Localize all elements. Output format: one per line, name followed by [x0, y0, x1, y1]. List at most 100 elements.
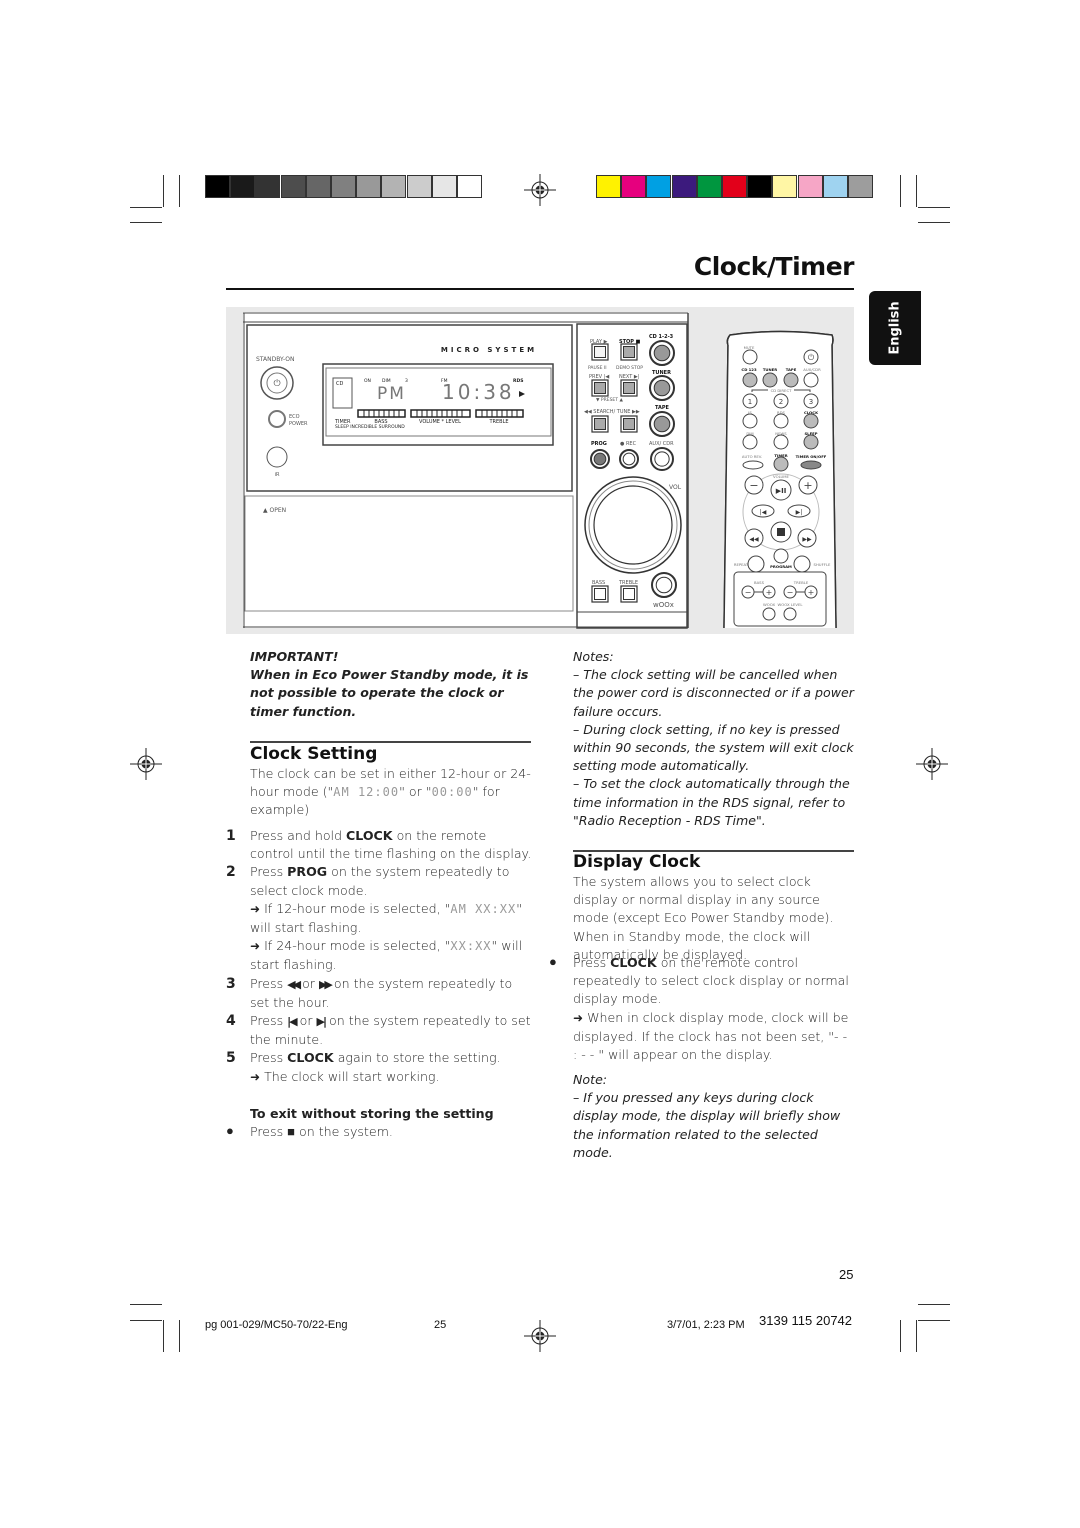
stop-icon: [287, 1124, 295, 1142]
label: TUNER: [763, 367, 777, 372]
color-swatch: [722, 175, 747, 198]
exit-step: Press on the system.: [226, 1123, 532, 1142]
level-bar: [475, 409, 524, 418]
footer-code: 3139 115 20742: [759, 1313, 853, 1328]
plus-icon: +: [808, 588, 815, 597]
note-title: Note:: [573, 1072, 608, 1087]
search-back-button-face: [594, 418, 606, 430]
crop-mark: [130, 1304, 162, 1305]
previous-icon: |◀: [760, 509, 767, 516]
fast-forward-icon: [319, 976, 330, 994]
eco-power-button: [268, 410, 286, 428]
dim-button: [742, 434, 758, 450]
previous-icon: [287, 1013, 295, 1031]
search-forward-button-face: [623, 418, 635, 430]
mute-button: [742, 349, 758, 365]
rec-button-face: [622, 452, 636, 466]
crop-mark: [918, 1320, 950, 1321]
shuffle-button: [793, 555, 811, 573]
label: DEMO STOP: [616, 365, 643, 371]
ir-sensor: [266, 446, 288, 468]
color-swatch: [822, 175, 848, 198]
is-button: [742, 413, 758, 429]
label: REPEAT: [734, 562, 749, 567]
color-swatch: [621, 175, 647, 198]
gray-swatch: [305, 175, 331, 198]
label: PREV |◀: [589, 374, 609, 380]
label: 1: [748, 398, 752, 406]
display-clock-step: Press CLOCK on the remote control repeat…: [549, 954, 855, 1064]
note-item: – During clock setting, if no key is pre…: [573, 721, 854, 774]
crop-mark: [900, 1320, 901, 1352]
label: SLEEP INCREDIBLE SURROUND: [335, 424, 405, 430]
step-5: 5 Press CLOCK again to store the setting.…: [226, 1049, 532, 1086]
label: ON: [364, 378, 371, 384]
gray-swatch: [381, 175, 407, 198]
rds-button: [773, 413, 789, 429]
bullet-icon: [549, 954, 557, 972]
step-1: 1 Press and hold CLOCK on the remote cont…: [226, 828, 532, 862]
gray-swatch: [331, 175, 356, 198]
registration-target-icon: [524, 1320, 556, 1352]
crop-mark: [918, 222, 950, 223]
aux-cdr-button-face: [654, 451, 670, 467]
treble-button-face: [623, 588, 635, 600]
power-icon: ⏻: [273, 378, 280, 389]
arrow-right-icon: [250, 900, 260, 919]
color-swatch: [671, 175, 697, 198]
crop-mark: [918, 1304, 950, 1305]
program-button: [773, 548, 789, 564]
exit-heading: To exit without storing the setting: [250, 1105, 494, 1121]
timer-onoff-button: [800, 460, 822, 470]
important-notice: IMPORTANT! When in Eco Power Standby mod…: [250, 648, 532, 721]
crop-mark: [130, 207, 162, 208]
page-title: Clock/Timer: [693, 252, 855, 281]
color-swatch: [848, 175, 873, 198]
label: VOLUME: [773, 474, 790, 479]
prog-button-face: [593, 452, 607, 466]
clock-setting-intro: The clock can be set in either 12-hour o…: [250, 766, 531, 818]
label: POWER: [289, 421, 308, 427]
level-bar: [357, 409, 406, 418]
label: CD 123: [741, 367, 757, 372]
label: 2: [779, 398, 783, 406]
next-icon: [317, 1013, 325, 1031]
important-text: When in Eco Power Standby mode, it is no…: [250, 667, 529, 719]
gray-swatch: [356, 175, 382, 198]
label: TREBLE: [618, 580, 638, 586]
crop-mark: [163, 175, 164, 207]
label: TAPE: [786, 367, 797, 372]
label: WOOX LEVEL: [778, 602, 804, 607]
gray-swatch: [255, 175, 281, 198]
prev-button-face: [594, 382, 606, 394]
gray-swatch: [230, 175, 256, 198]
label: wOOx: [653, 601, 674, 609]
rewind-icon: [287, 976, 298, 994]
label: ◀◀ SEARCH/ TUNE ▶▶: [584, 409, 640, 415]
crop-mark: [179, 175, 180, 207]
standby-label: STANDBY-ON: [256, 356, 295, 363]
important-title: IMPORTANT!: [250, 649, 339, 664]
crop-mark: [918, 207, 950, 208]
note-item: – To set the clock automatically through…: [573, 776, 850, 828]
tuner-button-face: [653, 379, 671, 397]
label: AUX/CDR: [803, 367, 821, 372]
gray-swatch: [280, 175, 306, 198]
tone-control-box: [733, 571, 827, 627]
notes: Notes: – The clock setting will be cance…: [573, 648, 855, 830]
play-pause-button-face: [594, 346, 606, 358]
play-pause-icon: ▶II: [776, 487, 787, 495]
step-3: 3Press or on the system repeatedly to se…: [226, 975, 532, 1012]
crop-mark: [916, 1320, 917, 1352]
label: iR: [275, 472, 280, 478]
registration-target-icon: [130, 748, 162, 780]
label: WOOX: [763, 602, 775, 607]
label: 3: [809, 398, 813, 406]
arrow-right-icon: [573, 1009, 583, 1028]
remote-cd-button: [742, 372, 758, 388]
title-rule: [226, 288, 854, 290]
gray-swatch: [457, 175, 482, 198]
woox-level-button: [783, 607, 797, 621]
label: VOLUME * LEVEL: [419, 419, 461, 425]
label: ▼ PRESET ▲: [596, 397, 623, 403]
